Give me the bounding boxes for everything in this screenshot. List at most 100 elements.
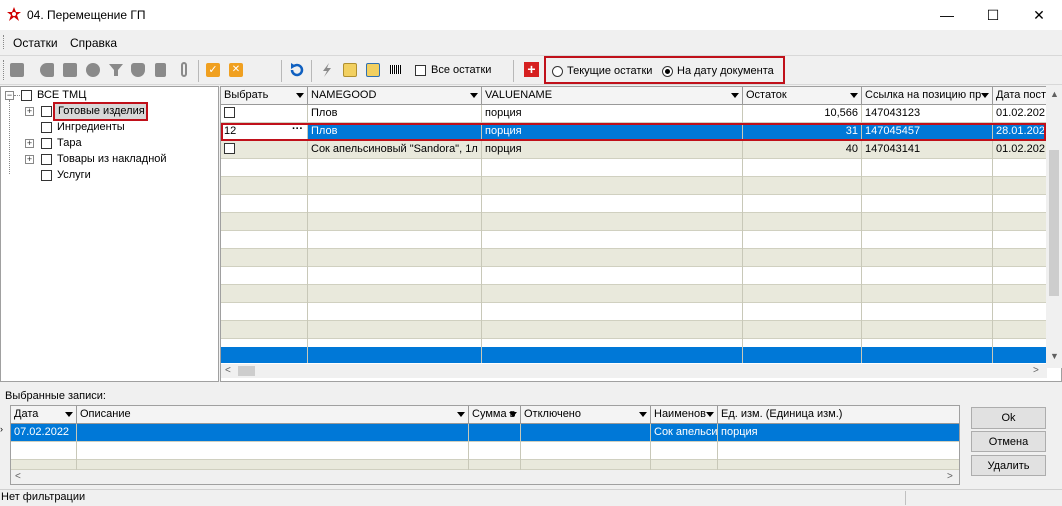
all-stock-checkbox[interactable] <box>415 65 426 76</box>
scroll-thumb[interactable] <box>238 366 255 376</box>
valuename-cell: порция <box>482 141 743 159</box>
empty-row <box>221 267 1046 285</box>
expand-icon[interactable]: + <box>25 139 34 148</box>
hand-icon[interactable] <box>131 63 145 77</box>
delete-button[interactable]: Удалить <box>971 455 1046 476</box>
tree-checkbox[interactable] <box>41 154 52 165</box>
column-header-namegood[interactable]: NAMEGOOD <box>308 87 482 105</box>
lightning-icon[interactable] <box>320 63 334 77</box>
close-button[interactable]: ✕ <box>1016 0 1062 30</box>
date-cell: 28.01.202 <box>996 125 1045 137</box>
table-row-selected[interactable]: 07.02.2022 Сок апельси порция <box>11 424 959 442</box>
scroll-down-icon[interactable]: ▼ <box>1050 351 1059 361</box>
tree-item-label: Тара <box>57 137 82 149</box>
ok-button[interactable]: Ok <box>971 407 1046 429</box>
tree-item-label: Товары из накладной <box>57 153 167 165</box>
sort-arrow-icon[interactable] <box>509 412 517 417</box>
table-row[interactable]: Плов порция 10,566 147043123 01.02.202 <box>221 105 1046 123</box>
menu-grip <box>3 35 5 49</box>
refresh-icon[interactable] <box>289 62 305 78</box>
radio-doc-date-label: На дату документа <box>677 65 774 77</box>
menu-item-help[interactable]: Справка <box>70 36 117 50</box>
vertical-scrollbar[interactable]: ▲ ▼ <box>1046 86 1062 368</box>
tree-checkbox[interactable] <box>21 90 32 101</box>
tree-item-label: Ингредиенты <box>57 121 125 133</box>
maximize-button[interactable]: ☐ <box>970 0 1016 30</box>
sort-arrow-icon[interactable] <box>470 93 478 98</box>
column-header-date[interactable]: Дата пост <box>993 87 1047 105</box>
empty-row <box>11 442 959 460</box>
sort-arrow-icon[interactable] <box>850 93 858 98</box>
sort-arrow-icon[interactable] <box>296 93 304 98</box>
barcode-icon[interactable] <box>390 65 401 74</box>
table-row-selected[interactable]: 12 ··· Плов порция 31 147045457 28.01.20… <box>221 123 1046 141</box>
column-header-select[interactable]: Выбрать <box>221 87 308 105</box>
column-header-valuename[interactable]: VALUENAME <box>482 87 743 105</box>
collapse-icon[interactable]: − <box>5 91 14 100</box>
uncheck-all-icon[interactable]: ✕ <box>229 63 243 77</box>
stock-grid: Выбрать NAMEGOOD VALUENAME Остаток Ссылк… <box>220 86 1062 382</box>
new-row-indicator[interactable] <box>221 347 1046 363</box>
radio-doc-date[interactable] <box>662 66 673 77</box>
radio-current-stock[interactable] <box>552 66 563 77</box>
minimize-icon: — <box>940 7 954 23</box>
select-cell[interactable] <box>221 105 308 123</box>
add-icon[interactable]: + <box>524 62 539 77</box>
sort-arrow-icon[interactable] <box>65 412 73 417</box>
horizontal-scrollbar[interactable]: < > <box>221 364 1047 378</box>
cancel-button[interactable]: Отмена <box>971 431 1046 452</box>
scroll-up-icon[interactable]: ▲ <box>1050 89 1059 99</box>
ellipsis-button[interactable]: ··· <box>292 123 303 135</box>
quantity-input[interactable]: 12 <box>224 125 236 137</box>
tree-checkbox[interactable] <box>41 138 52 149</box>
expand-icon[interactable]: + <box>25 107 34 116</box>
tree-checkbox[interactable] <box>41 106 52 117</box>
select-cell[interactable] <box>221 141 308 159</box>
scroll-right-icon[interactable]: > <box>947 471 953 482</box>
column-header-sum[interactable]: Сумма в <box>469 406 521 424</box>
column-header-unit[interactable]: Ед. изм. (Единица изм.) <box>718 406 959 424</box>
column-header-name[interactable]: Наименов <box>651 406 718 424</box>
column-header-disabled[interactable]: Отключено <box>521 406 651 424</box>
new-folder-icon[interactable] <box>10 63 24 77</box>
scroll-left-icon[interactable]: < <box>15 471 21 482</box>
expand-icon[interactable]: + <box>25 155 34 164</box>
cloud-icon[interactable] <box>86 63 100 77</box>
table-row[interactable]: Сок апельсиновый "Sandora", 1л ( порция … <box>221 141 1046 159</box>
tree-checkbox[interactable] <box>41 122 52 133</box>
tree-checkbox[interactable] <box>41 170 52 181</box>
edit-note-icon[interactable] <box>343 63 357 77</box>
row-pointer-icon: › <box>0 424 3 434</box>
minimize-button[interactable]: — <box>924 0 970 30</box>
tag-icon[interactable] <box>40 63 54 77</box>
card-icon[interactable] <box>63 63 77 77</box>
scroll-thumb[interactable] <box>1049 150 1059 296</box>
menu-bar: Остатки Справка <box>0 31 1062 53</box>
menu-item-ostatki[interactable]: Остатки <box>13 36 58 50</box>
check-all-icon[interactable]: ✓ <box>206 63 220 77</box>
sort-arrow-icon[interactable] <box>639 412 647 417</box>
sort-arrow-icon[interactable] <box>457 412 465 417</box>
sort-arrow-icon[interactable] <box>706 412 714 417</box>
column-header-date[interactable]: Дата <box>11 406 77 424</box>
row-checkbox[interactable] <box>224 143 235 154</box>
tree-item-label: Готовые изделия <box>53 102 148 121</box>
filter-icon[interactable] <box>109 63 123 77</box>
date-cell: 01.02.202 <box>996 143 1045 155</box>
horizontal-scrollbar[interactable]: < > <box>11 470 959 484</box>
checklist-icon[interactable] <box>366 63 380 77</box>
attach-icon[interactable] <box>181 62 187 77</box>
sort-arrow-icon[interactable] <box>981 93 989 98</box>
select-cell-editor[interactable]: 12 ··· <box>221 123 308 141</box>
scroll-right-icon[interactable]: > <box>1033 365 1039 376</box>
document-icon[interactable] <box>155 63 166 77</box>
scroll-left-icon[interactable]: < <box>225 365 231 376</box>
column-header-link[interactable]: Ссылка на позицию пр <box>862 87 993 105</box>
title-bar: 04. Перемещение ГП — ☐ ✕ <box>0 0 1062 30</box>
ostatok-cell: 40 <box>743 141 862 159</box>
sort-arrow-icon[interactable] <box>731 93 739 98</box>
column-header-description[interactable]: Описание <box>77 406 469 424</box>
valuename-cell: порция <box>482 105 743 123</box>
row-checkbox[interactable] <box>224 107 235 118</box>
column-header-ostatok[interactable]: Остаток <box>743 87 862 105</box>
